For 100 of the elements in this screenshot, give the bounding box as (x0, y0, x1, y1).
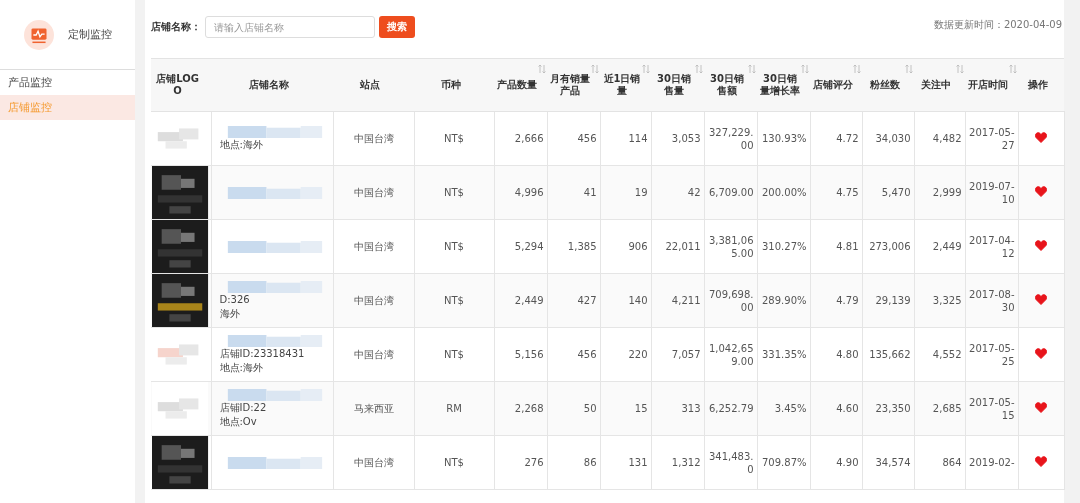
heart-icon[interactable] (1035, 132, 1047, 143)
sort-icon[interactable] (642, 64, 650, 74)
monitor-icon (23, 19, 54, 50)
search-button[interactable]: 搜索 (379, 16, 415, 38)
table-cell: 4,996 (494, 165, 547, 220)
table-cell: 5,294 (494, 219, 547, 274)
table-cell: 34,574 (862, 435, 914, 490)
heart-icon[interactable] (1035, 186, 1047, 197)
table-cell: 4,482 (914, 111, 965, 166)
table-cell: 2,685 (914, 381, 965, 436)
table-cell: 中国台湾 (333, 327, 414, 382)
table-cell: 4,211 (651, 273, 704, 328)
table-cell: NT$ (414, 327, 494, 382)
store-detail: 店铺ID:23318431 (219, 347, 306, 361)
sort-icon[interactable] (801, 64, 809, 74)
sort-icon[interactable] (591, 64, 599, 74)
column-header[interactable]: 近1日销量 (600, 58, 651, 112)
table-cell: NT$ (414, 435, 494, 490)
heart-icon[interactable] (1035, 348, 1047, 359)
table-cell: 4.80 (810, 327, 862, 382)
table-cell: 2017-04-12 (965, 219, 1018, 274)
heart-icon[interactable] (1035, 294, 1047, 305)
sort-icon[interactable] (956, 64, 964, 74)
table-cell: 3,325 (914, 273, 965, 328)
column-header[interactable]: 30日销量增长率 (757, 58, 810, 112)
heart-icon[interactable] (1035, 402, 1047, 413)
table-cell: 310.27% (757, 219, 810, 274)
table-cell: 327,229.00 (704, 111, 757, 166)
sort-icon[interactable] (695, 64, 703, 74)
table-cell: 2017-08-30 (965, 273, 1018, 328)
table-cell: 864 (914, 435, 965, 490)
table-cell: 114 (600, 111, 651, 166)
table-cell: 2017-05-15 (965, 381, 1018, 436)
table-cell: 2,449 (914, 219, 965, 274)
table-cell: 23,350 (862, 381, 914, 436)
column-header[interactable]: 月有销量产品 (547, 58, 600, 112)
table-cell: 4.90 (810, 435, 862, 490)
table-cell: 906 (600, 219, 651, 274)
table-cell: 709.87% (757, 435, 810, 490)
table-cell: 29,139 (862, 273, 914, 328)
search-label: 店铺名称： (151, 20, 201, 34)
table-cell: 2,268 (494, 381, 547, 436)
column-header[interactable]: 店铺评分 (810, 58, 862, 112)
table-cell: 2019-07-10 (965, 165, 1018, 220)
table-cell: 5,156 (494, 327, 547, 382)
heart-icon[interactable] (1035, 456, 1047, 467)
table-cell: 709,698.00 (704, 273, 757, 328)
column-header[interactable]: 粉丝数 (862, 58, 914, 112)
table-cell: 289.90% (757, 273, 810, 328)
table-cell: 2017-05-25 (965, 327, 1018, 382)
column-header[interactable]: 30日销售额 (704, 58, 757, 112)
sort-icon[interactable] (905, 64, 913, 74)
table-cell: 456 (547, 111, 600, 166)
table-cell: 5,470 (862, 165, 914, 220)
table-cell: NT$ (414, 273, 494, 328)
table-cell: 中国台湾 (333, 219, 414, 274)
column-header: 店铺LOGO (151, 58, 211, 112)
table-cell: 3,381,065.00 (704, 219, 757, 274)
table-cell: 341,483.0 (704, 435, 757, 490)
table-cell: 34,030 (862, 111, 914, 166)
table-cell: NT$ (414, 219, 494, 274)
table-cell: 331.35% (757, 327, 810, 382)
table-cell: 4,552 (914, 327, 965, 382)
table-cell: 273,006 (862, 219, 914, 274)
table-cell: 86 (547, 435, 600, 490)
table-cell: 15 (600, 381, 651, 436)
table-cell: 456 (547, 327, 600, 382)
store-detail: 店铺ID:22 (219, 401, 268, 415)
sidebar-item[interactable]: 产品监控 (0, 70, 135, 95)
column-header[interactable]: 产品数量 (494, 58, 547, 112)
table-cell: 6,709.00 (704, 165, 757, 220)
table-cell: 4.72 (810, 111, 862, 166)
store-detail: 海外 (219, 306, 241, 320)
sort-icon[interactable] (748, 64, 756, 74)
column-header: 店铺名称 (211, 58, 333, 112)
table-cell: 4.60 (810, 381, 862, 436)
heart-icon[interactable] (1035, 240, 1047, 251)
table-cell: 4.75 (810, 165, 862, 220)
sort-icon[interactable] (1009, 64, 1017, 74)
table-cell: 131 (600, 435, 651, 490)
table-cell: 1,312 (651, 435, 704, 490)
table-cell: 135,662 (862, 327, 914, 382)
sort-icon[interactable] (853, 64, 861, 74)
table-cell: 50 (547, 381, 600, 436)
table-cell: 220 (600, 327, 651, 382)
store-detail: D:326 (219, 293, 251, 307)
table-cell: 3.45% (757, 381, 810, 436)
column-header[interactable]: 30日销售量 (651, 58, 704, 112)
table-cell: NT$ (414, 111, 494, 166)
search-field[interactable]: 请输入店铺名称 (205, 16, 375, 38)
table-cell: 2,449 (494, 273, 547, 328)
update-time: 数据更新时间：2020-04-09 (933, 18, 1063, 32)
sidebar-title: 定制监控 (67, 27, 112, 42)
table-cell: RM (414, 381, 494, 436)
table-cell: 1,385 (547, 219, 600, 274)
column-header[interactable]: 关注中 (914, 58, 965, 112)
sort-icon[interactable] (538, 64, 546, 74)
table-cell: 1,042,659.00 (704, 327, 757, 382)
column-header[interactable]: 开店时间 (965, 58, 1018, 112)
column-header: 操作 (1018, 58, 1064, 112)
